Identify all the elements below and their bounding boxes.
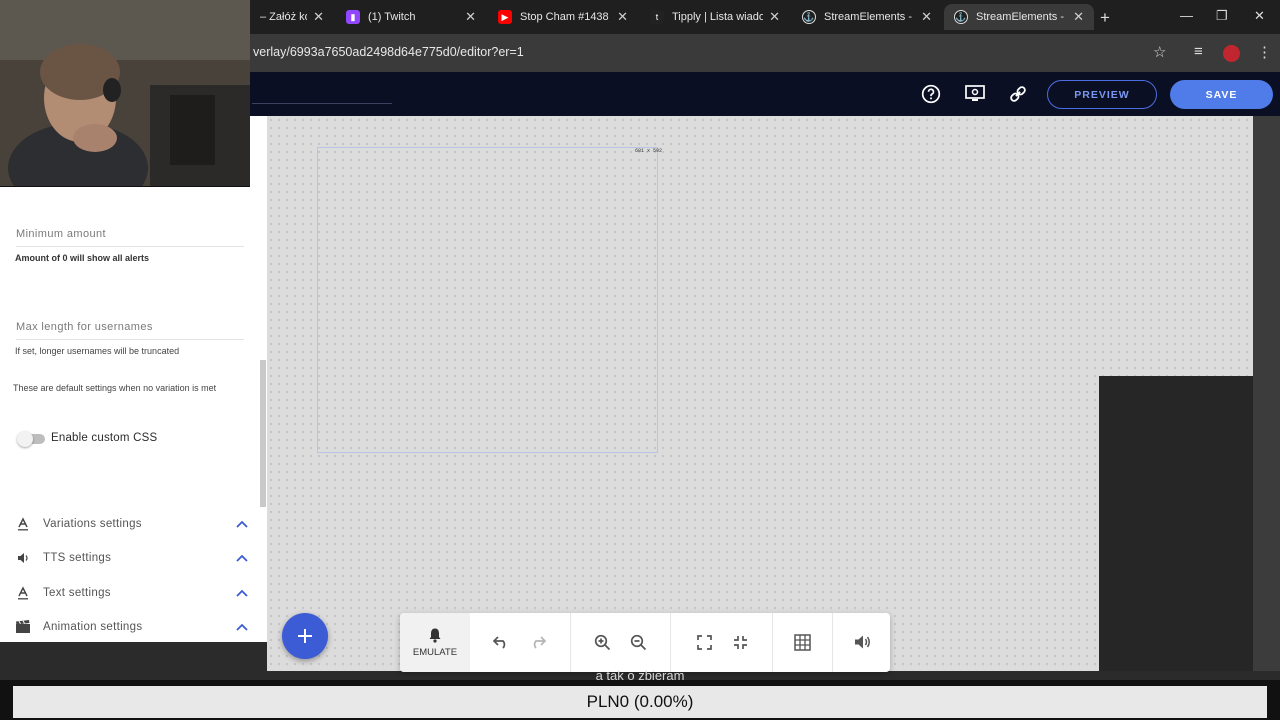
star-icon[interactable]: ☆ xyxy=(1153,43,1166,61)
close-icon[interactable]: ✕ xyxy=(313,9,324,25)
section-label: Text settings xyxy=(43,587,111,599)
section-label: TTS settings xyxy=(43,552,112,564)
chevron-up-icon[interactable] xyxy=(235,586,249,600)
tipply-icon: t xyxy=(650,10,664,24)
toolbar-divider xyxy=(772,613,773,672)
toolbar-divider xyxy=(670,613,671,672)
new-tab-button[interactable]: + xyxy=(1100,8,1110,28)
overlay-settings-icon[interactable] xyxy=(964,84,986,104)
sidebar-scrollbar[interactable] xyxy=(260,360,266,507)
url-field[interactable]: verlay/6993a7650ad2498d64e775d0/editor?e… xyxy=(253,45,524,59)
close-icon[interactable]: ✕ xyxy=(465,9,476,25)
redo-icon[interactable] xyxy=(528,632,548,652)
minimize-icon[interactable]: — xyxy=(1180,8,1193,23)
stream-subtitle: a tak o zbieram xyxy=(595,668,685,683)
custom-css-label: Enable custom CSS xyxy=(51,432,158,444)
min-amount-hint: Amount of 0 will show all alerts xyxy=(15,253,150,263)
menu-icon[interactable]: ⋮ xyxy=(1257,43,1272,61)
canvas-right-scrollbar[interactable] xyxy=(1253,116,1280,671)
close-icon[interactable]: ✕ xyxy=(1073,9,1084,25)
canvas-widget-dark[interactable] xyxy=(1099,376,1253,671)
speaker-icon xyxy=(15,550,31,566)
undo-icon[interactable] xyxy=(491,632,511,652)
tab-title: – Załóż kon xyxy=(260,11,307,23)
tab-title: Tipply | Lista wiadom xyxy=(672,11,764,23)
section-text-settings[interactable]: Text settings xyxy=(0,577,267,609)
header-divider xyxy=(252,103,392,104)
youtube-icon: ▶ xyxy=(498,10,512,24)
section-label: Animation settings xyxy=(43,621,143,633)
toolbar-divider xyxy=(570,613,571,672)
max-length-field[interactable]: Max length for usernames xyxy=(16,321,153,333)
add-widget-button[interactable] xyxy=(282,613,328,659)
close-icon[interactable]: ✕ xyxy=(617,9,628,25)
toolbar-divider xyxy=(832,613,833,672)
preview-button[interactable]: PREVIEW xyxy=(1047,80,1157,109)
browser-tab-streamelements-editor[interactable]: ⚓ StreamElements - vis ✕ xyxy=(944,4,1094,30)
section-label: Variations settings xyxy=(43,518,142,530)
browser-tab-tipply[interactable]: t Tipply | Lista wiadom ✕ xyxy=(640,4,790,30)
min-amount-underline xyxy=(16,246,244,247)
custom-css-toggle-knob[interactable] xyxy=(17,431,33,447)
twitch-icon: ▮ xyxy=(346,10,360,24)
text-format-icon xyxy=(15,585,31,601)
tab-title: (1) Twitch xyxy=(368,11,416,23)
webcam-overlay xyxy=(0,0,250,187)
browser-tab-streamelements-overlays[interactable]: ⚓ StreamElements - Ov ✕ xyxy=(792,4,942,30)
close-window-icon[interactable]: ✕ xyxy=(1254,8,1265,24)
max-length-underline xyxy=(16,339,244,340)
exit-fullscreen-icon[interactable] xyxy=(730,632,750,652)
browser-tab-1[interactable]: – Załóż kon ✕ xyxy=(250,4,334,30)
tab-title: StreamElements - vis xyxy=(976,11,1067,23)
volume-icon[interactable] xyxy=(853,632,873,652)
movie-icon xyxy=(15,619,31,635)
link-icon[interactable] xyxy=(1007,84,1029,104)
widget-size-label: 681 x 592 xyxy=(635,148,663,154)
widget-selection-box[interactable] xyxy=(317,147,658,453)
tab-title: StreamElements - Ov xyxy=(824,11,915,23)
restore-icon[interactable]: ❐ xyxy=(1216,8,1228,24)
section-variations-settings[interactable]: Variations settings xyxy=(0,508,267,540)
chevron-up-icon[interactable] xyxy=(235,517,249,531)
fullscreen-icon[interactable] xyxy=(694,632,714,652)
donation-goal-bar: PLN0 (0.00%) xyxy=(13,686,1267,718)
close-icon[interactable]: ✕ xyxy=(769,9,780,25)
chevron-up-icon[interactable] xyxy=(235,620,249,634)
tab-title: Stop Cham #1438 - xyxy=(520,11,612,23)
close-icon[interactable]: ✕ xyxy=(921,9,932,25)
zoom-out-icon[interactable] xyxy=(628,632,648,652)
browser-tab-youtube[interactable]: ▶ Stop Cham #1438 - ✕ xyxy=(488,4,638,30)
emulate-label: EMULATE xyxy=(412,647,458,658)
profile-avatar[interactable] xyxy=(1223,45,1240,62)
streamelements-icon: ⚓ xyxy=(954,10,968,24)
section-tts-settings[interactable]: TTS settings xyxy=(0,542,267,574)
media-control-icon[interactable]: ≡ xyxy=(1194,43,1203,60)
save-button[interactable]: SAVE xyxy=(1170,80,1273,109)
min-amount-field[interactable]: Minimum amount xyxy=(16,228,106,240)
chevron-up-icon[interactable] xyxy=(235,551,249,565)
zoom-in-icon[interactable] xyxy=(592,632,612,652)
help-icon[interactable] xyxy=(920,84,942,104)
bell-icon xyxy=(427,627,443,643)
section-animation-settings[interactable]: Animation settings xyxy=(0,611,267,643)
browser-tab-twitch[interactable]: ▮ (1) Twitch ✕ xyxy=(336,4,486,30)
text-format-icon xyxy=(15,516,31,532)
default-settings-note: These are default settings when no varia… xyxy=(13,383,217,393)
max-length-hint: If set, longer usernames will be truncat… xyxy=(15,346,180,356)
grid-icon[interactable] xyxy=(792,632,812,652)
plus-icon xyxy=(298,629,312,643)
streamelements-icon: ⚓ xyxy=(802,10,816,24)
